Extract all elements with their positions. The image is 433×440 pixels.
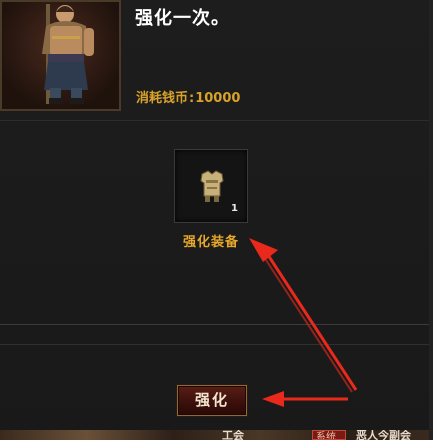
game-background-strip: 工会 系统 恶人今副会 (0, 430, 433, 440)
cost-label: 消耗钱币 (136, 91, 189, 106)
annotation-arrow-to-label (249, 238, 358, 393)
warrior-portrait-icon (42, 4, 94, 104)
strengthen-button[interactable]: 强化 (177, 385, 247, 416)
divider (0, 324, 433, 325)
system-badge-label: 系统 (316, 432, 336, 440)
character-portrait (0, 0, 121, 111)
dialog-title: 强化一次。 (135, 8, 230, 29)
strip-text-right: 恶人今副会 (356, 430, 411, 440)
cost-separator: : (189, 91, 195, 106)
strip-text-guild: 工会 (222, 430, 244, 440)
divider (0, 120, 433, 121)
item-count: 1 (231, 203, 238, 214)
strengthen-dialog: 强化一次。 消耗钱币:10000 1 强化装备 强化 工会 系统 恶人今副会 (0, 0, 433, 440)
cost-value: 10000 (195, 91, 241, 106)
annotation-arrow-to-button (262, 391, 348, 407)
system-badge: 系统 (312, 430, 346, 440)
equipment-slot[interactable]: 1 (174, 149, 248, 223)
item-label[interactable]: 强化装备 (168, 231, 254, 250)
cost-info: 消耗钱币:10000 (136, 87, 240, 106)
scroll-edge (429, 0, 433, 440)
divider (0, 344, 433, 345)
